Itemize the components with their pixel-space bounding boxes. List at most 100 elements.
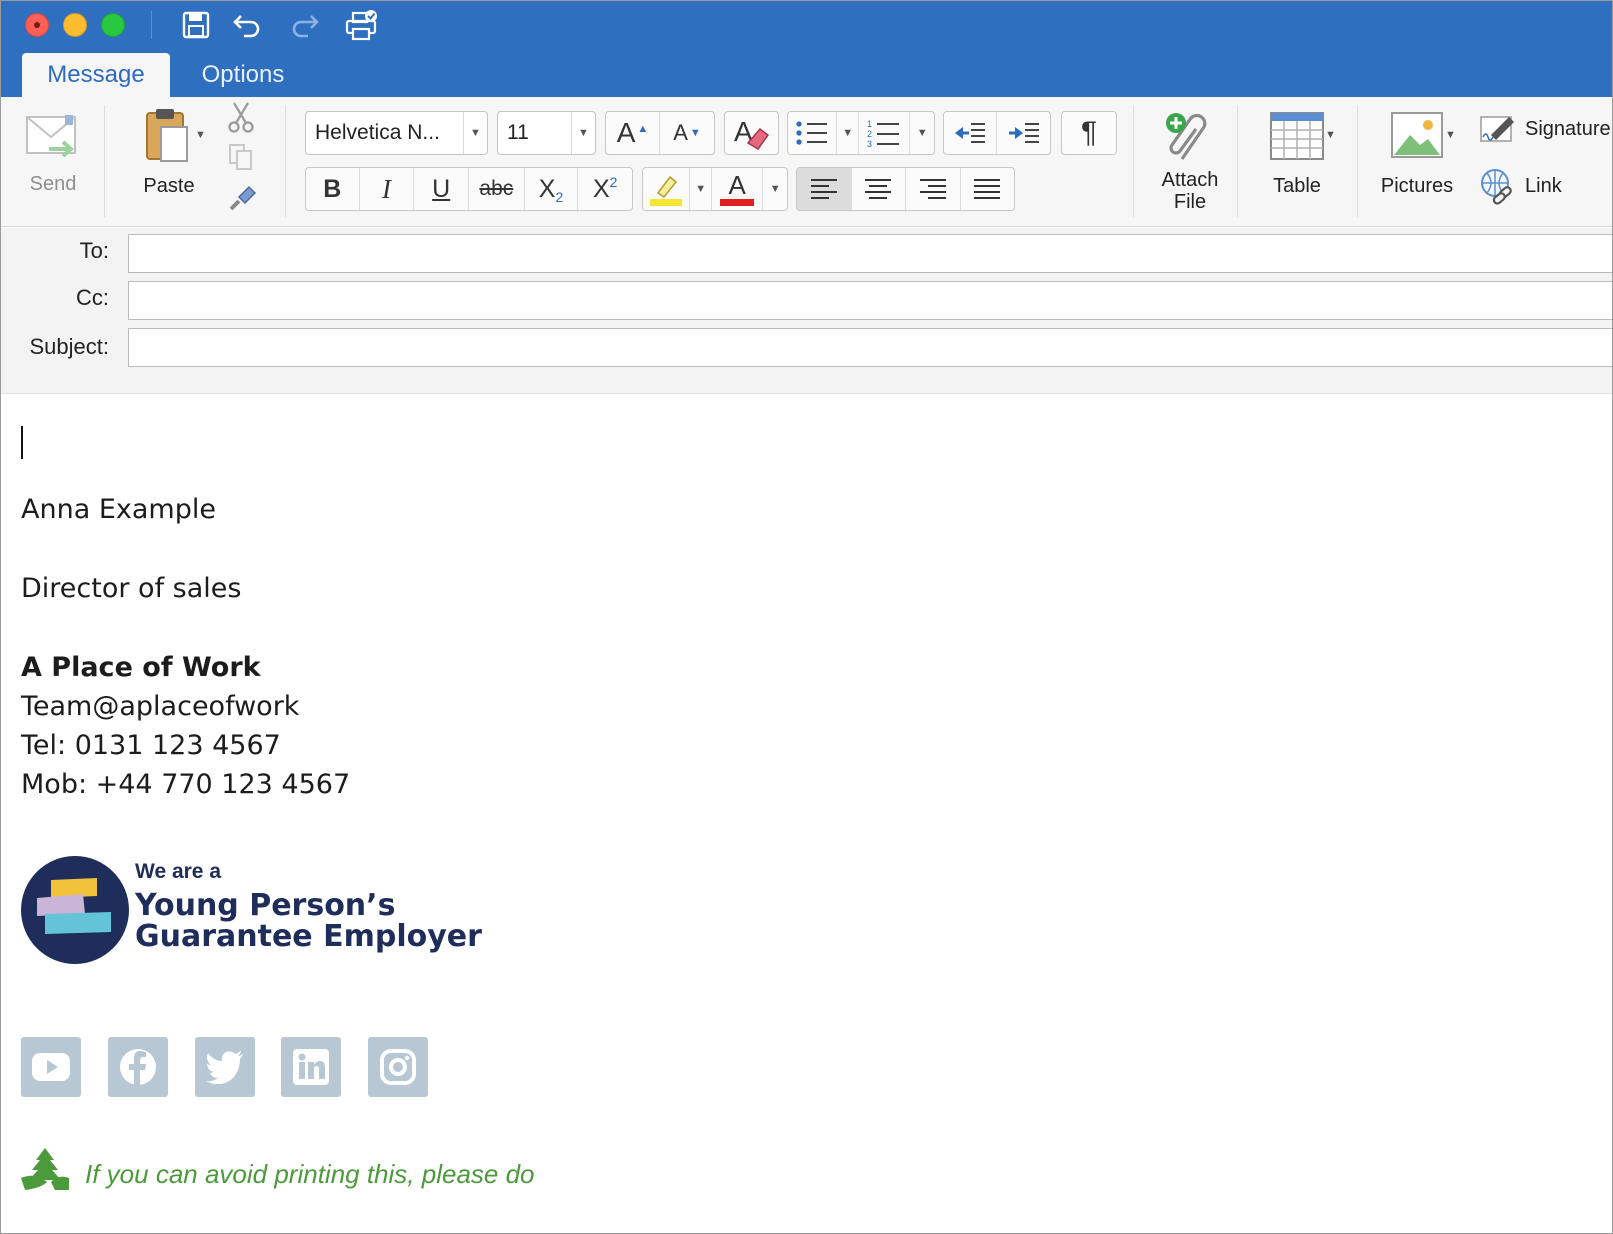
subscript-button[interactable]: X2 <box>525 168 579 210</box>
font-name-dropdown-caret[interactable]: ▼ <box>463 112 487 154</box>
cut-icon[interactable] <box>226 101 256 138</box>
font-size-value: 11 <box>507 121 529 144</box>
redo-icon[interactable] <box>288 8 322 42</box>
justify-button[interactable] <box>961 168 1015 210</box>
grow-font-label: A <box>616 117 636 148</box>
clear-formatting-button[interactable]: A <box>724 111 779 155</box>
instagram-icon[interactable] <box>368 1037 428 1097</box>
bold-button[interactable]: B <box>306 168 360 210</box>
paste-dropdown-caret[interactable]: ▼ <box>195 129 206 141</box>
to-field[interactable] <box>128 234 1612 273</box>
align-left-button[interactable] <box>797 168 852 210</box>
link-label: Link <box>1525 174 1562 197</box>
table-button[interactable]: Table <box>1253 111 1341 197</box>
italic-button[interactable]: I <box>360 168 415 210</box>
clear-formatting-icon: A <box>725 112 778 154</box>
title-bar: Message Options <box>1 1 1612 97</box>
table-label: Table <box>1273 175 1321 197</box>
svg-text:2: 2 <box>867 129 872 139</box>
attach-file-button[interactable]: Attach File <box>1145 109 1235 213</box>
undo-icon[interactable] <box>230 8 264 42</box>
signature-company: A Place of Work <box>21 652 261 683</box>
link-button[interactable]: Link <box>1479 167 1562 205</box>
minimize-window-button[interactable] <box>63 13 87 37</box>
highlight-dropdown-caret[interactable]: ▼ <box>690 168 713 210</box>
tab-options[interactable]: Options <box>179 53 307 97</box>
underline-button[interactable]: U <box>414 168 470 210</box>
superscript-mark: 2 <box>609 174 618 190</box>
align-left-icon <box>810 179 837 199</box>
subscript-base: X <box>538 174 556 203</box>
copy-icon[interactable] <box>228 143 254 176</box>
badge-line-1: We are a <box>135 860 221 883</box>
paste-button[interactable]: Paste <box>129 107 209 197</box>
message-body-editor[interactable]: Anna Example Director of sales A Place o… <box>1 394 1612 1233</box>
bullets-button[interactable] <box>788 112 838 154</box>
increase-indent-button[interactable] <box>997 112 1050 154</box>
grow-arrow-icon: ▲ <box>637 123 649 135</box>
svg-text:1: 1 <box>867 119 872 129</box>
outlook-compose-window: Message Options Send Paste ▼ Helvetica N… <box>0 0 1613 1234</box>
twitter-icon[interactable] <box>195 1037 255 1097</box>
shrink-font-button[interactable]: A ▼ <box>660 112 714 154</box>
pilcrow-icon: ¶ <box>1080 116 1098 149</box>
cc-label: Cc: <box>76 285 109 310</box>
signature-email: Team@aplaceofwork <box>21 691 300 722</box>
table-dropdown-caret[interactable]: ▼ <box>1325 129 1336 141</box>
font-size-dropdown-caret[interactable]: ▼ <box>571 112 595 154</box>
font-name-select[interactable]: Helvetica N... ▼ <box>305 111 488 155</box>
color-group: ▼ A ▼ <box>642 167 788 211</box>
align-center-button[interactable] <box>852 168 906 210</box>
font-color-swatch <box>720 198 755 206</box>
pictures-label: Pictures <box>1380 175 1454 197</box>
ribbon-separator <box>1237 105 1238 217</box>
save-icon[interactable] <box>179 8 213 42</box>
align-right-icon <box>919 179 946 199</box>
bullets-dropdown-caret[interactable]: ▼ <box>837 112 860 154</box>
badge-line-2: Young Person’s <box>135 888 396 923</box>
signature-button[interactable]: Signature <box>1479 113 1611 145</box>
youtube-icon[interactable] <box>21 1037 81 1097</box>
young-persons-guarantee-logo <box>21 856 129 964</box>
align-right-button[interactable] <box>906 168 961 210</box>
send-label: Send <box>29 173 77 195</box>
zoom-window-button[interactable] <box>101 13 125 37</box>
paste-label: Paste <box>143 175 195 197</box>
badge-line-3: Guarantee Employer <box>135 919 482 954</box>
subject-field[interactable] <box>128 328 1612 367</box>
tab-message[interactable]: Message <box>22 53 170 97</box>
close-window-button[interactable] <box>25 13 49 37</box>
pictures-button[interactable]: Pictures <box>1373 111 1461 197</box>
cc-field[interactable] <box>128 281 1612 320</box>
format-painter-icon[interactable] <box>227 183 257 218</box>
message-header-fields: To: Cc: Subject: <box>1 228 1612 394</box>
superscript-button[interactable]: X2 <box>578 168 632 210</box>
font-color-letter: A <box>728 169 746 200</box>
signature-mob: Mob: +44 770 123 4567 <box>21 769 351 800</box>
ribbon-separator <box>1133 105 1134 217</box>
ribbon-separator <box>104 105 105 217</box>
pictures-dropdown-caret[interactable]: ▼ <box>1445 129 1456 141</box>
font-color-button[interactable]: A <box>712 168 764 210</box>
send-button[interactable]: Send <box>21 109 85 195</box>
justify-icon <box>974 179 1001 199</box>
link-globe-icon <box>1481 169 1512 205</box>
grow-font-button[interactable]: A ▲ <box>606 112 661 154</box>
numbering-dropdown-caret[interactable]: ▼ <box>910 112 934 154</box>
highlight-button[interactable] <box>643 168 691 210</box>
show-formatting-button[interactable]: ¶ <box>1061 111 1117 155</box>
numbering-button[interactable]: 123 <box>859 112 911 154</box>
font-style-group: B I U abc X2 X2 <box>305 167 633 211</box>
font-color-dropdown-caret[interactable]: ▼ <box>763 168 787 210</box>
linkedin-icon[interactable] <box>281 1037 341 1097</box>
strikethrough-button[interactable]: abc <box>469 168 525 210</box>
ribbon-separator <box>285 105 286 217</box>
facebook-icon[interactable] <box>108 1037 168 1097</box>
alignment-group <box>796 167 1015 211</box>
print-icon[interactable] <box>345 8 379 42</box>
table-icon <box>1270 112 1324 160</box>
ribbon-toolbar: Send Paste ▼ Helvetica N... ▼ 11 ▼ A ▲ A… <box>1 97 1612 227</box>
to-label: To: <box>79 238 109 263</box>
decrease-indent-button[interactable] <box>944 112 998 154</box>
font-size-select[interactable]: 11 ▼ <box>497 111 596 155</box>
